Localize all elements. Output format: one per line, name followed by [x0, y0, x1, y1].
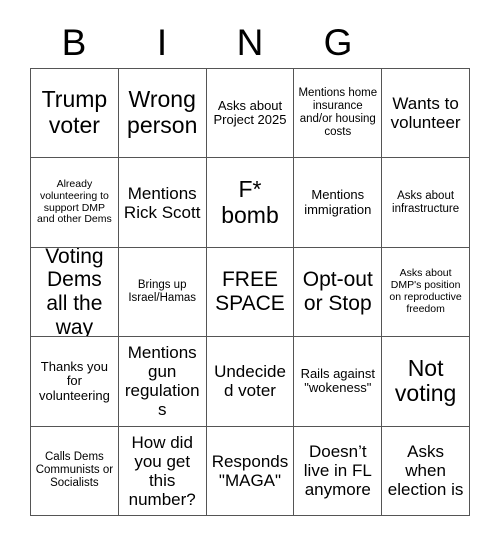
- bingo-cell-r4c1[interactable]: Thanks you for volunteering: [31, 337, 119, 427]
- bingo-cell-r3c5[interactable]: Asks about DMP's position on reproductiv…: [382, 247, 470, 338]
- bingo-cell-r1c1[interactable]: Trump voter: [31, 69, 119, 159]
- bingo-cell-r2c1[interactable]: Already volunteering to support DMP and …: [31, 158, 119, 248]
- bingo-cell-label: Wrong person: [127, 86, 198, 139]
- bingo-cell-label: Mentions Rick Scott: [123, 183, 201, 222]
- bingo-cell-label: Mentions immigration: [304, 187, 372, 217]
- bingo-cell-label: Rails against "wokeness": [300, 365, 375, 396]
- bingo-cell-r3c4[interactable]: Opt-out or Stop: [294, 247, 383, 338]
- bingo-cell-r5c1[interactable]: Calls Dems Communists or Socialists: [31, 426, 119, 516]
- bingo-cell-label: Calls Dems Communists or Socialists: [35, 451, 114, 490]
- bingo-cell-label: Trump voter: [41, 86, 108, 139]
- bingo-cell-r3c1[interactable]: Voting Dems all the way: [31, 247, 119, 338]
- bingo-cell-label: How did you get this number?: [128, 432, 196, 509]
- bingo-cell-r2c2[interactable]: Mentions Rick Scott: [118, 158, 207, 248]
- header-letter-n: N: [236, 21, 264, 63]
- bingo-cell-label: F* bomb: [221, 175, 279, 228]
- bingo-cell-r2c4[interactable]: Mentions immigration: [294, 158, 383, 248]
- bingo-cell-r2c3[interactable]: F* bomb: [206, 158, 295, 248]
- bingo-cell-label: Doesn’t live in FL anymore: [303, 442, 372, 500]
- bingo-card: B I N G Trump voter Wrong person Asks ab…: [0, 0, 500, 544]
- bingo-cell-label: Mentions home insurance and/or housing c…: [298, 87, 378, 139]
- header-letter-o: [382, 18, 470, 66]
- bingo-cell-label: Responds "MAGA": [211, 451, 289, 490]
- bingo-cell-label: Thanks you for volunteering: [38, 358, 110, 403]
- bingo-cell-label: Asks when election is: [387, 442, 464, 500]
- bingo-cell-r4c3[interactable]: Undecided voter: [206, 337, 295, 427]
- bingo-cell-free-space[interactable]: FREE SPACE: [206, 247, 295, 338]
- bingo-cell-label: Mentions gun regulations: [124, 343, 200, 420]
- bingo-cell-label: Opt-out or Stop: [302, 268, 373, 315]
- bingo-cell-r1c3[interactable]: Asks about Project 2025: [206, 69, 295, 159]
- header-letter-b: B: [61, 21, 87, 63]
- header-letter-i: I: [156, 21, 168, 63]
- bingo-cell-r4c4[interactable]: Rails against "wokeness": [294, 337, 383, 427]
- bingo-cell-r2c5[interactable]: Asks about infrastructure: [382, 158, 470, 248]
- bingo-cell-r5c4[interactable]: Doesn’t live in FL anymore: [294, 426, 383, 516]
- bingo-cell-r5c3[interactable]: Responds "MAGA": [206, 426, 295, 516]
- bingo-cell-label: Undecided voter: [214, 362, 286, 401]
- bingo-cell-r3c2[interactable]: Brings up Israel/Hamas: [118, 247, 207, 338]
- bingo-cell-label: Asks about infrastructure: [392, 189, 460, 215]
- header-letter-g: G: [323, 21, 353, 63]
- bingo-cell-r4c5[interactable]: Not voting: [382, 337, 470, 427]
- bingo-cell-label: Voting Dems all the way: [45, 247, 104, 338]
- bingo-cell-label: Not voting: [394, 354, 457, 407]
- bingo-cell-label: FREE SPACE: [215, 268, 285, 315]
- bingo-cell-r4c2[interactable]: Mentions gun regulations: [118, 337, 207, 427]
- bingo-grid: Trump voter Wrong person Asks about Proj…: [30, 68, 470, 516]
- bingo-cell-label: Asks about Project 2025: [213, 97, 287, 128]
- bingo-cell-r1c2[interactable]: Wrong person: [118, 69, 207, 159]
- bingo-cell-r1c5[interactable]: Wants to volunteer: [382, 69, 470, 159]
- bingo-cell-label: Already volunteering to support DMP and …: [37, 178, 112, 226]
- bingo-cell-label: Wants to volunteer: [390, 94, 461, 133]
- bingo-cell-r5c2[interactable]: How did you get this number?: [118, 426, 207, 516]
- bingo-cell-r5c5[interactable]: Asks when election is: [382, 426, 470, 516]
- bingo-cell-label: Asks about DMP's position on reproductiv…: [389, 267, 462, 315]
- bingo-header: B I N G: [30, 18, 470, 66]
- bingo-cell-r1c4[interactable]: Mentions home insurance and/or housing c…: [294, 69, 383, 159]
- bingo-cell-label: Brings up Israel/Hamas: [128, 279, 197, 304]
